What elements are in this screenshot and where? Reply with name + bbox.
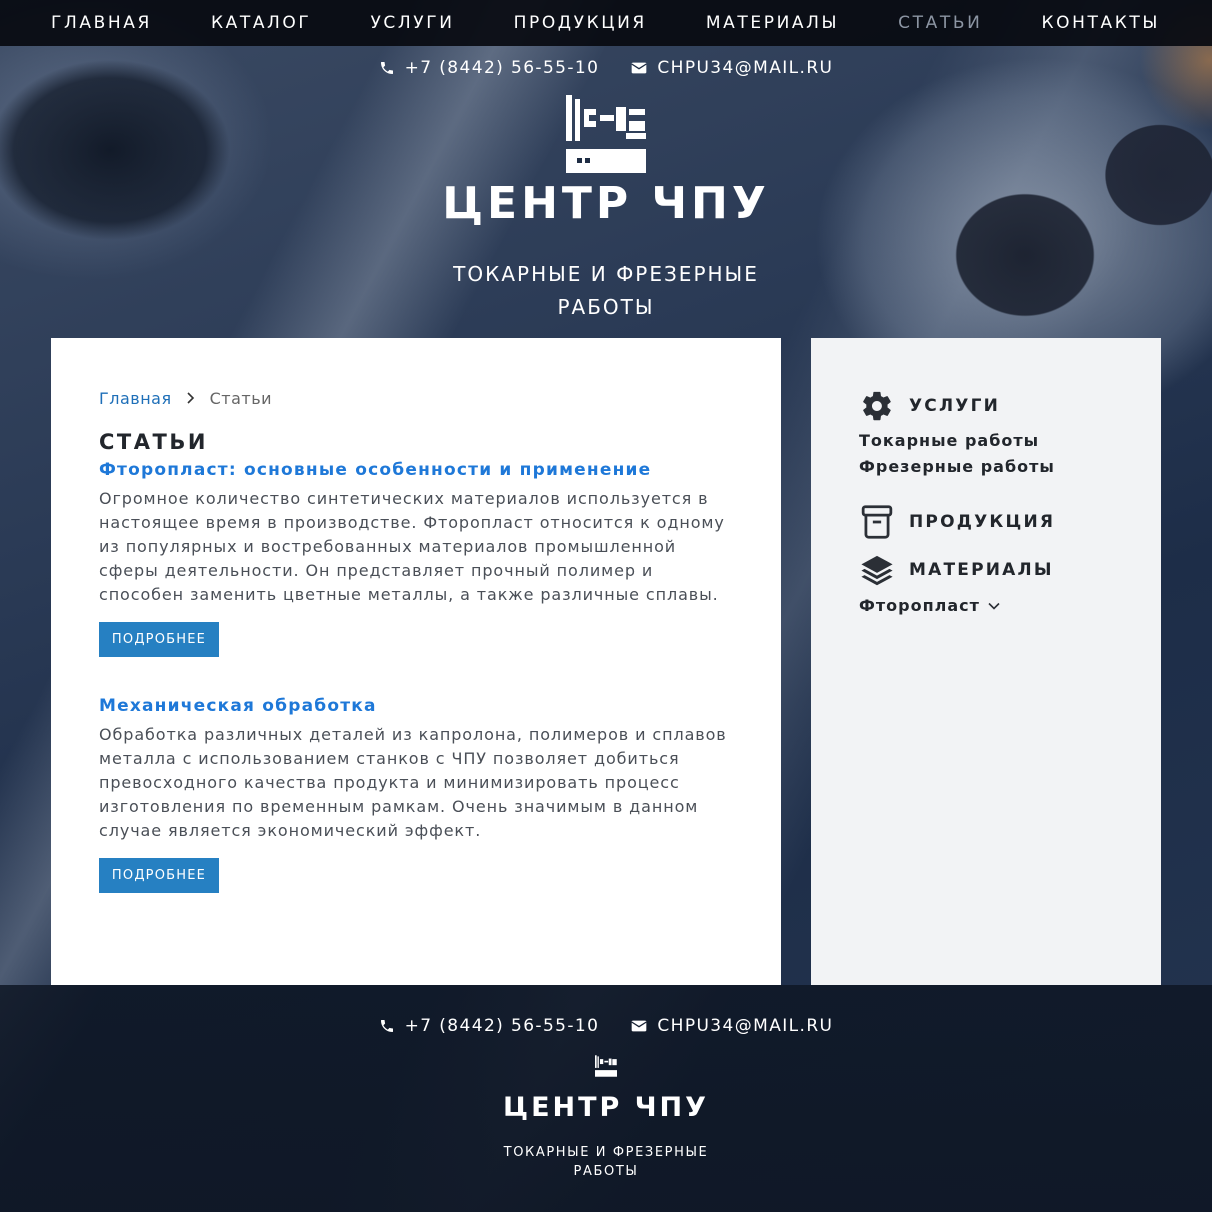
logo-icon[interactable] xyxy=(566,95,646,173)
materials-dropdown[interactable]: Фторопласт xyxy=(859,596,1161,615)
nav-item-home[interactable]: Главная xyxy=(51,13,152,33)
sidebar-item-turning[interactable]: Токарные работы xyxy=(859,428,1161,454)
gear-icon xyxy=(859,388,895,424)
nav-item-materials[interactable]: Материалы xyxy=(706,13,839,33)
nav-item-articles[interactable]: Статьи xyxy=(898,13,982,33)
tagline-line-2: РАБОТЫ xyxy=(557,295,655,319)
breadcrumb-home-link[interactable]: Главная xyxy=(99,389,172,408)
footer-tagline-line-1: ТОКАРНЫЕ И ФРЕЗЕРНЫЕ xyxy=(503,1145,709,1160)
footer-contacts: +7 (8442) 56-55-10 CHPU34@MAIL.RU xyxy=(0,1016,1212,1036)
footer-phone[interactable]: +7 (8442) 56-55-10 xyxy=(379,1016,600,1036)
sidebar-services-heading[interactable]: УСЛУГИ xyxy=(859,388,1161,424)
site-brand[interactable]: ЦЕНТР ЧПУ xyxy=(0,178,1212,229)
header-email[interactable]: CHPU34@MAIL.RU xyxy=(631,58,833,78)
phone-icon xyxy=(380,1020,393,1032)
tagline-line-1: ТОКАРНЫЕ И ФРЕЗЕРНЫЕ xyxy=(453,262,759,286)
header-email-text: CHPU34@MAIL.RU xyxy=(657,58,834,78)
nav-item-catalog[interactable]: Каталог xyxy=(211,13,311,33)
article-title-link[interactable]: Механическая обработка xyxy=(99,696,377,716)
envelope-icon xyxy=(631,1020,648,1032)
page-title: СТАТЬИ xyxy=(99,430,208,454)
chevron-right-icon xyxy=(187,392,194,404)
sidebar-products-title: ПРОДУКЦИЯ xyxy=(909,512,1056,532)
envelope-icon xyxy=(631,62,648,74)
main-content: Главная Статьи СТАТЬИ Фторопласт: основн… xyxy=(51,338,781,985)
sidebar-products-heading[interactable]: ПРОДУКЦИЯ xyxy=(859,504,1161,540)
sidebar: УСЛУГИ Токарные работы Фрезерные работы … xyxy=(811,338,1161,985)
article-excerpt: Огромное количество синтетических матери… xyxy=(99,489,725,604)
header-phone-text: +7 (8442) 56-55-10 xyxy=(404,58,600,78)
footer-tagline: ТОКАРНЫЕ И ФРЕЗЕРНЫЕ РАБОТЫ xyxy=(0,1143,1212,1181)
header-contacts: +7 (8442) 56-55-10 CHPU34@MAIL.RU xyxy=(0,58,1212,78)
article-item: Механическая обработка Обработка различн… xyxy=(99,694,733,893)
chevron-down-icon xyxy=(988,602,1000,610)
breadcrumb: Главная Статьи xyxy=(99,388,733,408)
sidebar-materials-heading[interactable]: МАТЕРИАЛЫ xyxy=(859,552,1161,588)
sidebar-materials-title: МАТЕРИАЛЫ xyxy=(909,560,1054,580)
archive-box-icon xyxy=(859,504,895,540)
footer-logo-icon[interactable] xyxy=(595,1055,617,1077)
breadcrumb-current: Статьи xyxy=(209,388,273,408)
header-phone[interactable]: +7 (8442) 56-55-10 xyxy=(379,58,600,78)
read-more-button[interactable]: ПОДРОБНЕЕ xyxy=(99,858,219,893)
footer-tagline-line-2: РАБОТЫ xyxy=(573,1164,639,1179)
site-tagline: ТОКАРНЫЕ И ФРЕЗЕРНЫЕ РАБОТЫ xyxy=(0,258,1212,324)
sidebar-services-title: УСЛУГИ xyxy=(909,396,1001,416)
article-item: Фторопласт: основные особенности и приме… xyxy=(99,458,733,657)
layers-icon xyxy=(859,552,895,588)
read-more-button[interactable]: ПОДРОБНЕЕ xyxy=(99,622,219,657)
footer-email-text: CHPU34@MAIL.RU xyxy=(657,1016,834,1036)
footer-phone-text: +7 (8442) 56-55-10 xyxy=(404,1016,600,1036)
nav-item-contacts[interactable]: Контакты xyxy=(1041,13,1160,33)
materials-dropdown-label: Фторопласт xyxy=(859,596,980,615)
sidebar-item-milling[interactable]: Фрезерные работы xyxy=(859,454,1161,480)
top-navigation: Главная Каталог Услуги Продукция Материа… xyxy=(0,0,1212,46)
nav-item-services[interactable]: Услуги xyxy=(370,13,454,33)
footer-email[interactable]: CHPU34@MAIL.RU xyxy=(631,1016,833,1036)
footer-brand[interactable]: ЦЕНТР ЧПУ xyxy=(0,1092,1212,1123)
phone-icon xyxy=(380,62,393,74)
nav-item-products[interactable]: Продукция xyxy=(514,13,647,33)
services-list: Токарные работы Фрезерные работы xyxy=(859,428,1161,480)
article-title-link[interactable]: Фторопласт: основные особенности и приме… xyxy=(99,460,651,480)
article-excerpt: Обработка различных деталей из капролона… xyxy=(99,725,727,840)
